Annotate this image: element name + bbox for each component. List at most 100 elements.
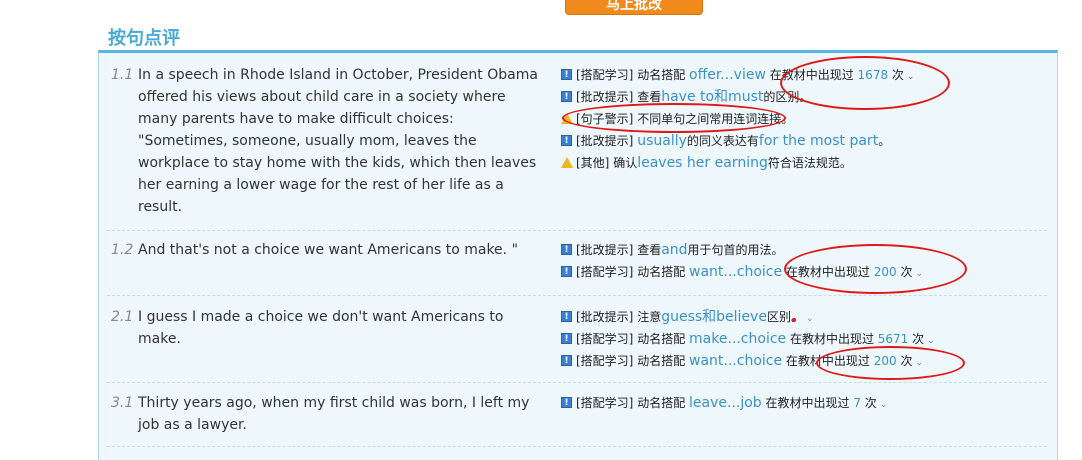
tip-tag: [批改提示] [576,90,634,104]
tip-tag: [批改提示] [576,243,634,257]
tip-text: 。 [878,134,891,148]
info-icon: ! [561,397,572,408]
info-icon: ! [561,69,572,80]
warning-icon [561,157,573,168]
sentence-text: I guess I made a choice we don't want Am… [138,309,504,347]
tip-tag: [其他] [576,156,610,170]
tip-item: ! [搭配学习] 动名搭配 make...choice 在教材中出现过 5671 … [561,328,1041,350]
tips-list: ! [批改提示] 查看and用于句首的用法。 ! [搭配学习] 动名搭配 want.… [561,239,1041,283]
tip-tag: [批改提示] [576,310,634,324]
tip-highlight-link[interactable]: and [661,242,687,258]
tip-text: 在教材中出现过 [765,68,858,82]
tip-item: ! [批改提示] usually的同义表达有for the most part。 [561,130,1041,152]
tip-text: 在教材中出现过 [786,332,878,346]
tip-text: 在教材中出现过 [782,354,874,368]
tip-unit: 次 [888,68,904,82]
info-icon: ! [561,333,572,344]
info-icon: ! [561,355,572,366]
tip-text: 的同义表达有 [686,134,759,148]
tip-text: 区别。 [766,310,803,324]
tip-highlight-link[interactable]: make...choice [689,331,786,347]
tip-text: 动名搭配 [633,354,690,368]
tip-highlight-link[interactable]: have to和must [661,89,763,105]
chevron-down-icon[interactable]: ⌄ [927,336,935,346]
chevron-down-icon[interactable]: ⌄ [907,72,915,82]
tip-item: ! [搭配学习] 动名搭配 offer...view 在教材中出现过 1678 次… [561,64,1041,86]
tip-item: ! [批改提示] 注意guess和believe区别。 ⌄ [561,306,1041,328]
sentence-number: 2.1 [111,309,134,325]
tip-highlight-link[interactable]: offer...view [689,67,766,83]
sentence-text: Thirty years ago, when my first child wa… [138,395,530,433]
sentence-number: 3.1 [111,395,134,411]
tip-highlight-link[interactable]: guess和believe [661,309,767,325]
tip-text: 查看 [633,243,662,257]
tip-item: ! [批改提示] 查看have to和must的区别。 [561,86,1041,108]
tip-tag: [搭配学习] [576,396,634,410]
info-icon: ! [561,244,572,255]
tip-item: ! [搭配学习] 动名搭配 want...choice 在教材中出现过 200 次… [561,350,1041,372]
tip-tag: [搭配学习] [576,265,634,279]
tips-list: ! [搭配学习] 动名搭配 leave...job 在教材中出现过 7 次 ⌄ [561,392,1041,414]
section-title: 按句点评 [108,28,180,49]
occurrence-count: 5671 [877,332,909,346]
sentence-review-panel: 1.1 In a speech in Rhode Island in Octob… [98,50,1058,460]
tip-text: 符合语法规范。 [767,156,852,170]
tip-text: 动名搭配 [633,265,690,279]
tips-list: ! [批改提示] 注意guess和believe区别。 ⌄ ! [搭配学习] 动名搭配… [561,306,1041,372]
tip-text: 在教材中出现过 [782,265,874,279]
info-icon: ! [561,311,572,322]
tip-highlight-link[interactable]: want...choice [689,353,782,369]
tip-text: 注意 [633,310,662,324]
tip-item: [其他] 确认leaves her earning符合语法规范。 [561,152,1041,174]
tip-highlight-link[interactable]: for the most part [759,133,878,149]
tip-text: 在教材中出现过 [761,396,854,410]
tip-text: 动名搭配 [633,396,690,410]
tip-highlight-link[interactable]: leaves her earning [637,155,768,171]
tip-unit: 次 [896,354,913,368]
chevron-down-icon[interactable]: ⌄ [880,400,888,410]
tip-item: [句子警示] 不同单句之间常用连词连接。 [561,108,1041,130]
tip-highlight-link[interactable]: usually [637,133,687,149]
tip-text: 确认 [609,156,638,170]
sentence-text: In a speech in Rhode Island in October, … [138,67,538,215]
tip-item: ! [搭配学习] 动名搭配 leave...job 在教材中出现过 7 次 ⌄ [561,392,1041,414]
submit-correction-button[interactable]: 马上批改 [565,0,703,15]
tip-item: ! [批改提示] 查看and用于句首的用法。 [561,239,1041,261]
tip-text: 的区别。 [763,90,812,104]
tip-highlight-link[interactable]: want...choice [689,264,782,280]
tip-unit: 次 [860,396,877,410]
tip-highlight-link[interactable]: leave...job [689,395,762,411]
tip-unit: 次 [896,265,913,279]
annotation-dot [792,318,796,322]
tip-text: 动名搭配 [633,332,690,346]
tips-list: ! [搭配学习] 动名搭配 offer...view 在教材中出现过 1678 次… [561,64,1041,174]
sentence-text: And that's not a choice we want American… [138,242,519,258]
tip-tag: [搭配学习] [576,354,634,368]
occurrence-count: 200 [873,354,897,368]
chevron-down-icon[interactable]: ⌄ [915,269,923,279]
sentence-number: 1.1 [111,67,134,83]
tip-tag: [搭配学习] [576,332,634,346]
tip-text: 查看 [633,90,662,104]
row-divider [107,230,1047,231]
info-icon: ! [561,91,572,102]
tip-text: 用于句首的用法。 [687,243,784,257]
info-icon: ! [561,266,572,277]
row-divider [107,295,1047,296]
warning-icon [561,113,573,124]
tip-text: 不同单句之间常用连词连接。 [633,112,794,126]
tip-tag: [批改提示] [576,134,634,148]
info-icon: ! [561,135,572,146]
chevron-down-icon[interactable]: ⌄ [806,314,814,324]
occurrence-count: 200 [873,265,897,279]
tip-tag: [句子警示] [576,112,634,126]
row-divider [107,382,1047,383]
tip-item: ! [搭配学习] 动名搭配 want...choice 在教材中出现过 200 次… [561,261,1041,283]
tip-tag: [搭配学习] [576,68,634,82]
sentence-number: 1.2 [111,242,134,258]
row-divider [107,446,1047,447]
occurrence-count: 1678 [857,68,889,82]
tip-text: 动名搭配 [633,68,690,82]
chevron-down-icon[interactable]: ⌄ [915,358,923,368]
occurrence-count: 7 [853,396,861,410]
